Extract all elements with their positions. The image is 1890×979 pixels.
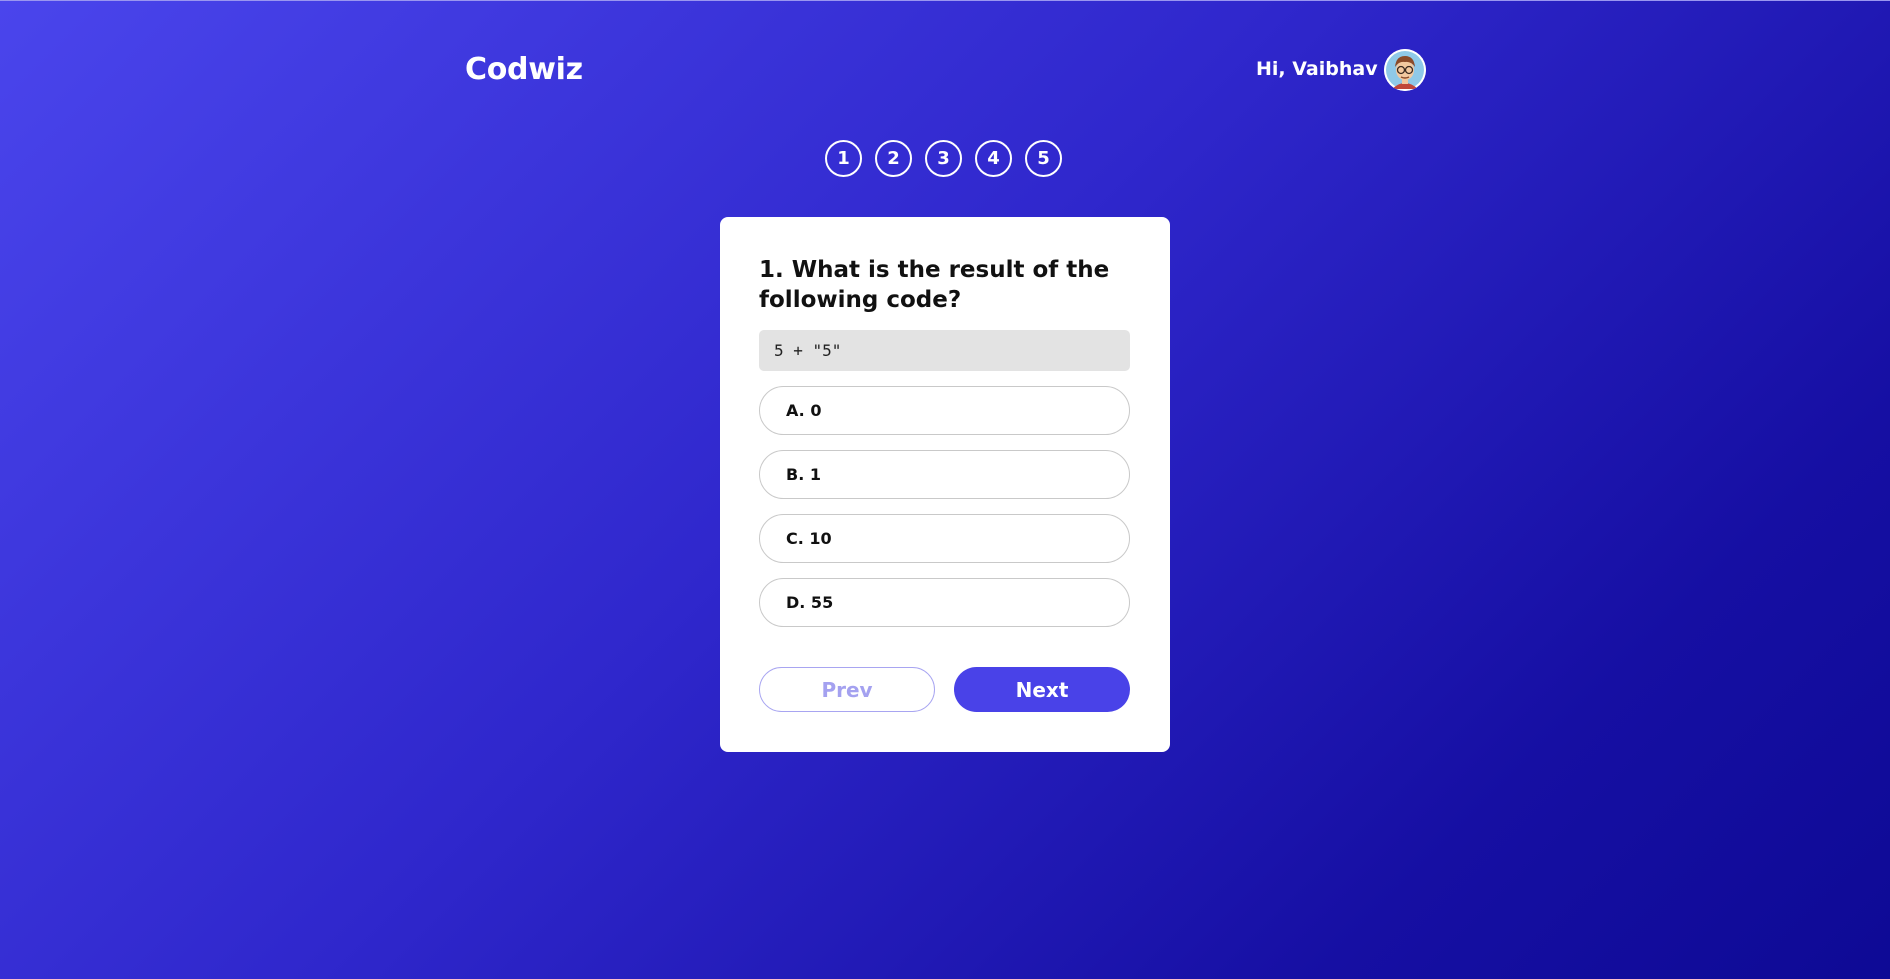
option-a[interactable]: A. 0 [759,386,1130,435]
prev-button[interactable]: Prev [759,667,935,712]
code-snippet: 5 + "5" [759,330,1130,371]
question-text: 1. What is the result of the following c… [759,257,1110,313]
step-3[interactable]: 3 [925,140,962,177]
brand-logo[interactable]: Codwiz [465,52,583,87]
step-2[interactable]: 2 [875,140,912,177]
option-d-label: D. 55 [786,593,834,612]
user-greeting: Hi, Vaibhav [1256,58,1378,80]
option-c-label: C. 10 [786,529,832,548]
user-avatar-icon[interactable] [1384,49,1426,91]
option-b-label: B. 1 [786,465,821,484]
option-c[interactable]: C. 10 [759,514,1130,563]
quiz-card: 1. What is the result of the following c… [720,217,1170,752]
option-d[interactable]: D. 55 [759,578,1130,627]
step-5[interactable]: 5 [1025,140,1062,177]
option-b[interactable]: B. 1 [759,450,1130,499]
option-a-label: A. 0 [786,401,822,420]
question-stepper: 1 2 3 4 5 [825,140,1062,177]
next-button[interactable]: Next [954,667,1130,712]
step-4[interactable]: 4 [975,140,1012,177]
step-1[interactable]: 1 [825,140,862,177]
avatar-illustration [1384,49,1426,91]
top-divider [0,0,1890,1]
